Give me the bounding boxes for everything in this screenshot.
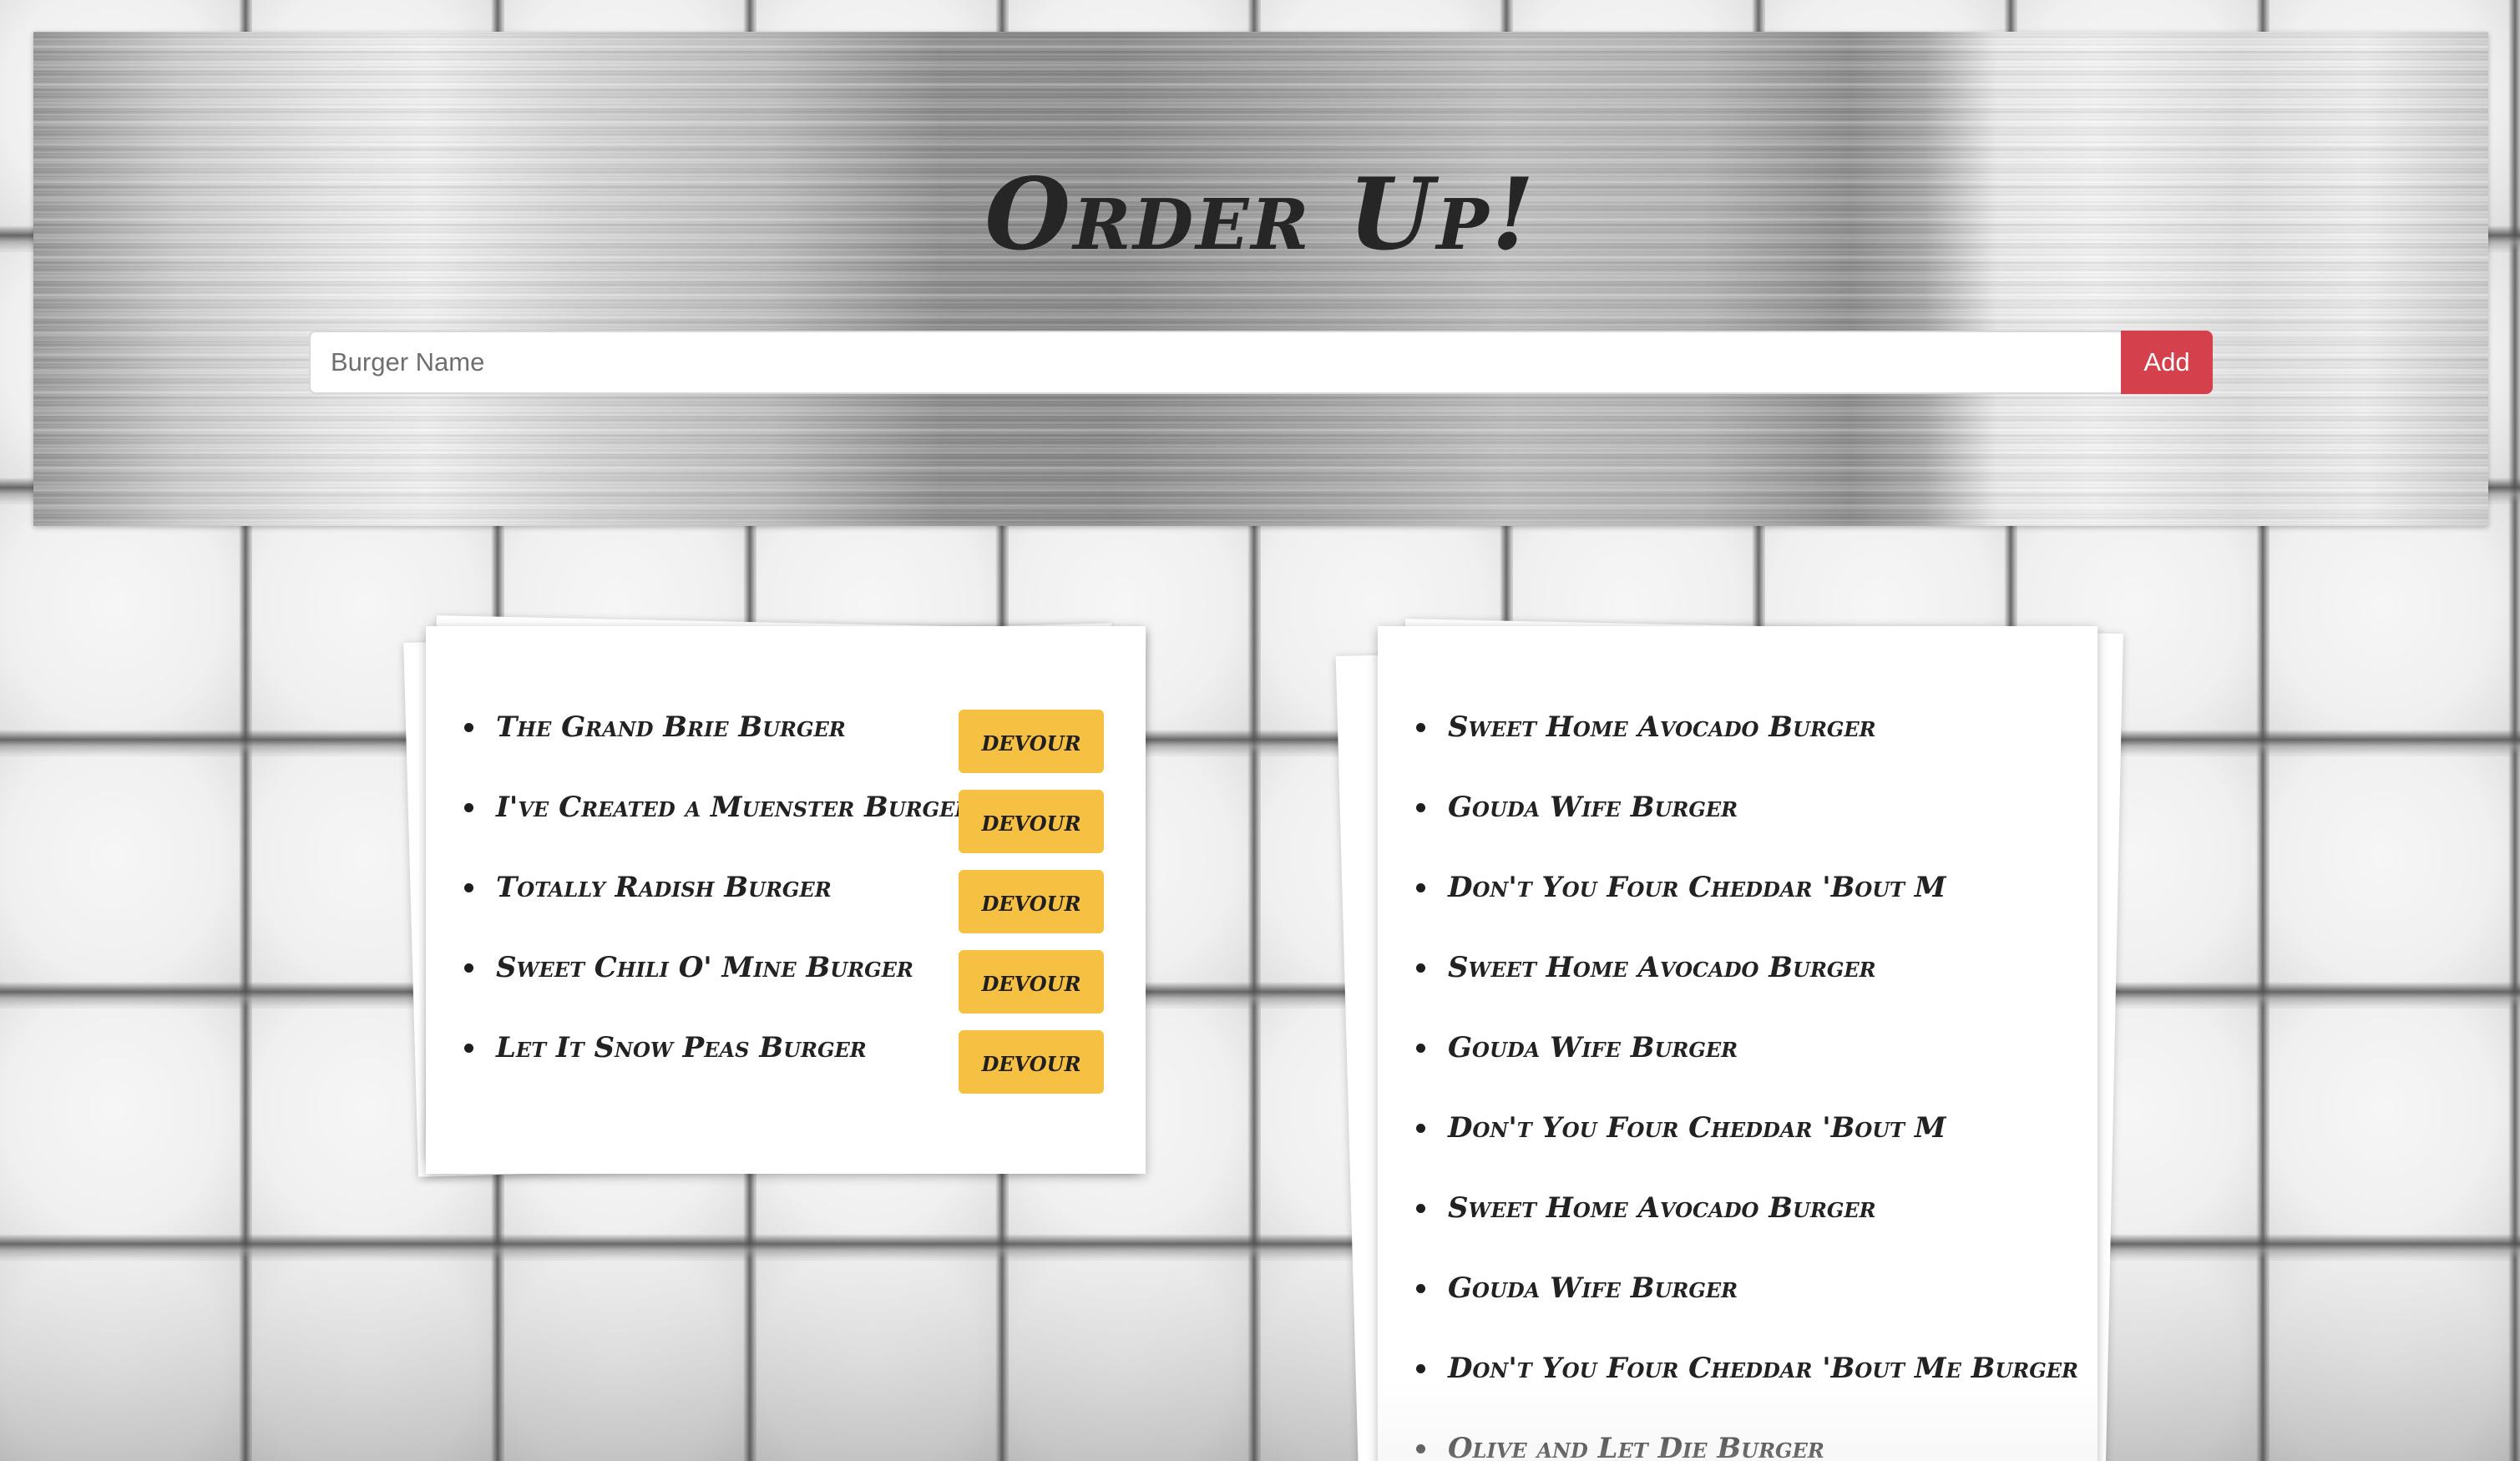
uneaten-list-body: The Grand Brie Burger devour I've Created … [426,626,1146,1174]
burger-name: Don't You Four Cheddar 'Bout Me Burger [1448,1352,2078,1385]
burger-name: Sweet Home Avocado Burger [1448,1191,1876,1225]
list-item: Let It Snow Peas Burger devour [464,1030,1104,1110]
list-item: Gouda Wife Burger [1416,1030,2056,1110]
bullet-dot [464,1044,473,1053]
list-item: Gouda Wife Burger [1416,790,2056,870]
list-item: Totally Radish Burger devour [464,870,1104,950]
steel-header: Order Up! Add [33,32,2488,526]
list-item: Don't You Four Cheddar 'Bout Me Burger [1416,1351,2078,1431]
list-item: The Grand Brie Burger devour [464,710,1104,790]
list-item: Don't You Four Cheddar 'Bout M [1416,1110,2056,1191]
burger-name: Gouda Wife Burger [1448,791,1738,824]
list-item: Don't You Four Cheddar 'Bout M [1416,870,2056,950]
burger-name: Gouda Wife Burger [1448,1271,1738,1305]
bullet-dot [1416,883,1425,892]
list-item: Olive and Let Die Burger [1416,1431,2056,1461]
burger-name: Olive and Let Die Burger [1448,1432,1824,1461]
bullet-dot [464,803,473,812]
list-item: Sweet Home Avocado Burger [1416,950,2056,1030]
bullet-dot [464,883,473,892]
add-burger-form: Add [309,331,2213,394]
bullet-dot [1416,1364,1425,1373]
burger-name: Sweet Home Avocado Burger [1448,951,1876,984]
bullet-dot [1416,1444,1425,1453]
list-item: I've Created a Muenster Burger devour [464,790,1104,870]
list-item: Sweet Chili O' Mine Burger devour [464,950,1104,1030]
devour-button[interactable]: devour [959,1030,1104,1094]
devoured-burgers-card: Sweet Home Avocado Burger Gouda Wife Burg… [1335,619,2123,1461]
devour-button[interactable]: devour [959,790,1104,853]
bullet-dot [1416,1204,1425,1213]
uneaten-burgers-card: The Grand Brie Burger devour I've Created … [403,615,1146,1177]
bullet-dot [1416,723,1425,732]
burger-name-input[interactable] [309,331,2121,394]
burger-name: Sweet Home Avocado Burger [1448,710,1876,744]
devour-button[interactable]: devour [959,950,1104,1014]
bullet-dot [464,963,473,973]
burger-name: Don't You Four Cheddar 'Bout M [1448,1111,1946,1145]
bullet-dot [1416,803,1425,812]
devoured-burger-list: Sweet Home Avocado Burger Gouda Wife Burg… [1416,710,2078,1461]
list-item: Gouda Wife Burger [1416,1271,2056,1351]
uneaten-burger-list: The Grand Brie Burger devour I've Created … [464,710,1104,1110]
bullet-dot [1416,1124,1425,1133]
bullet-dot [1416,1284,1425,1293]
burger-name: Gouda Wife Burger [1448,1031,1738,1064]
bullet-dot [464,723,473,732]
devour-button[interactable]: devour [959,710,1104,773]
burger-name: Don't You Four Cheddar 'Bout M [1448,871,1946,904]
devoured-list-body: Sweet Home Avocado Burger Gouda Wife Burg… [1378,626,2097,1461]
page-title: Order Up! [984,156,1537,272]
devour-button[interactable]: devour [959,870,1104,933]
list-item: Sweet Home Avocado Burger [1416,1191,2056,1271]
bullet-dot [1416,1044,1425,1053]
bullet-dot [1416,963,1425,973]
list-item: Sweet Home Avocado Burger [1416,710,2056,790]
add-button[interactable]: Add [2121,331,2213,394]
